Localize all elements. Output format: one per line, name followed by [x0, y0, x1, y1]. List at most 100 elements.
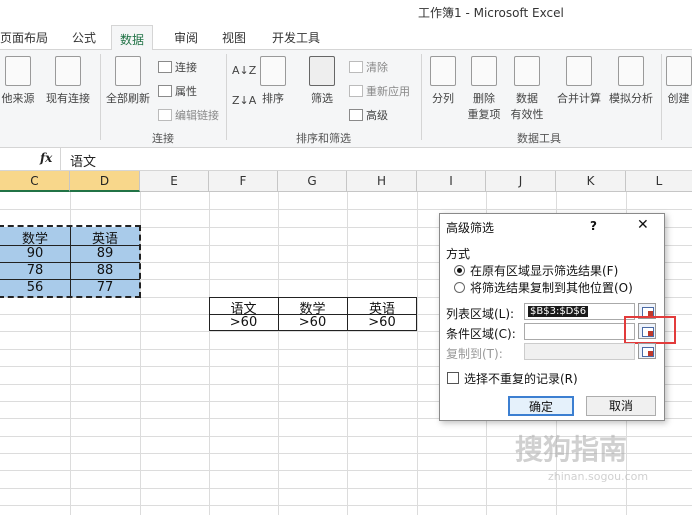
column-header-j[interactable]: J [486, 171, 556, 192]
existing-label: 现有连接 [46, 92, 90, 105]
cell-g8[interactable]: >60 [278, 315, 347, 330]
cell-d3[interactable]: 英语 [70, 228, 140, 247]
consolidate-button[interactable]: 合并计算 [554, 56, 604, 106]
ok-button[interactable]: 确定 [508, 396, 574, 416]
cell-d5[interactable]: 88 [70, 263, 140, 278]
database-icon [5, 56, 31, 86]
column-header-e[interactable]: E [140, 171, 209, 192]
cell-c3[interactable]: 数学 [0, 228, 70, 247]
formula-bar: fx 语文 [0, 148, 692, 171]
ribbon-data: 他来源 现有连接 全部刷新 连接 属性 编辑链接 连接 A↓Z Z↓A 排序 筛… [0, 50, 692, 148]
reapply-button[interactable]: 重新应用 [349, 83, 410, 99]
refresh-all-label: 全部刷新 [106, 92, 150, 105]
column-header-c[interactable]: C [0, 171, 70, 192]
unique-records-checkbox[interactable] [447, 372, 459, 384]
remove-duplicates-button[interactable]: 删除 重复项 [464, 56, 504, 122]
tab-view[interactable]: 视图 [222, 29, 246, 46]
formula-input[interactable]: 语文 [70, 151, 96, 170]
what-if-analysis-button[interactable]: 模拟分析 [606, 56, 656, 106]
column-header-f[interactable]: F [209, 171, 278, 192]
column-header-k[interactable]: K [556, 171, 626, 192]
excel-window: 工作簿1 - Microsoft Excel 页面布局 公式 数据 审阅 视图 … [0, 0, 692, 515]
filter-button[interactable]: 筛选 [300, 56, 344, 106]
copy-to-input[interactable] [524, 343, 635, 360]
ribbon-separator [421, 54, 422, 140]
cell-d4[interactable]: 89 [70, 246, 140, 261]
advanced-filter-dialog: 高级筛选 ? ✕ 方式 在原有区域显示筛选结果(F) 将筛选结果复制到其他位置(… [439, 213, 676, 421]
remove-dup-label-1: 删除 [473, 92, 495, 105]
data-validation-button[interactable]: 数据 有效性 [507, 56, 547, 122]
copy-to-label: 复制到(T): [446, 347, 503, 361]
cell-h8[interactable]: >60 [347, 315, 417, 330]
clear-label: 清除 [366, 61, 388, 74]
connections-button[interactable]: 连接 [158, 59, 197, 75]
cell-c5[interactable]: 78 [0, 263, 70, 278]
list-range-label: 列表区域(L): [446, 307, 515, 321]
cancel-button[interactable]: 取消 [586, 396, 656, 416]
help-button[interactable]: ? [590, 219, 597, 233]
watermark-url: zhinan.sogou.com [548, 470, 649, 483]
column-headers: C D E F G H I J K L [0, 171, 692, 192]
create-group-button[interactable]: 创建 [665, 56, 692, 106]
what-if-label: 模拟分析 [609, 92, 653, 105]
text-to-columns-icon [430, 56, 456, 86]
refresh-all-button[interactable]: 全部刷新 [103, 56, 153, 106]
properties-icon [158, 85, 172, 97]
column-header-l[interactable]: L [626, 171, 692, 192]
reapply-label: 重新应用 [366, 85, 410, 98]
text-to-columns-button[interactable]: 分列 [425, 56, 461, 106]
tab-page-layout[interactable]: 页面布局 [0, 29, 48, 46]
gridline [0, 488, 692, 489]
cell-c6[interactable]: 56 [0, 280, 70, 295]
advanced-filter-button[interactable]: 高级 [349, 107, 388, 123]
text-to-columns-label: 分列 [432, 92, 454, 105]
sort-desc-button[interactable]: Z↓A [232, 94, 256, 107]
validation-label-1: 数据 [516, 92, 538, 105]
sort-label: 排序 [262, 92, 284, 105]
cell-f8[interactable]: >60 [209, 315, 278, 330]
tab-data[interactable]: 数据 [111, 25, 154, 51]
reapply-icon [349, 85, 363, 97]
validation-label-2: 有效性 [510, 108, 544, 121]
sort-button[interactable]: 排序 [258, 56, 288, 106]
tab-developer[interactable]: 开发工具 [272, 29, 320, 46]
consolidate-label: 合并计算 [557, 92, 601, 105]
column-header-h[interactable]: H [347, 171, 417, 192]
gridline [417, 192, 418, 515]
copy-to-collapse-button[interactable] [638, 343, 656, 359]
cell-d6[interactable]: 77 [70, 280, 140, 295]
clear-button[interactable]: 清除 [349, 59, 388, 75]
column-header-d[interactable]: D [70, 171, 140, 192]
sort-asc-button[interactable]: A↓Z [232, 64, 256, 77]
option-copy-to-label: 将筛选结果复制到其他位置(O) [470, 281, 633, 295]
cell-c4[interactable]: 90 [0, 246, 70, 261]
criteria-range-input[interactable] [524, 323, 635, 340]
watermark-text: 搜狗指南 [515, 433, 628, 466]
edit-links-button[interactable]: 编辑链接 [158, 107, 219, 123]
existing-connections-button[interactable]: 现有连接 [41, 56, 95, 106]
properties-button[interactable]: 属性 [158, 83, 197, 99]
fx-icon[interactable]: fx [40, 151, 52, 165]
link-icon [158, 109, 172, 121]
data-validation-icon [514, 56, 540, 86]
radio-in-place[interactable] [454, 265, 465, 276]
gridline [0, 209, 692, 210]
radio-copy-to[interactable] [454, 282, 465, 293]
remove-dup-label-2: 重复项 [467, 108, 501, 121]
option-in-place-label: 在原有区域显示筛选结果(F) [470, 264, 619, 278]
what-if-icon [618, 56, 644, 86]
edit-links-label: 编辑链接 [175, 109, 219, 122]
group-icon [665, 56, 692, 86]
tab-formulas[interactable]: 公式 [72, 29, 96, 46]
window-title: 工作簿1 - Microsoft Excel [418, 6, 564, 20]
close-icon[interactable]: ✕ [637, 217, 649, 233]
filter-label: 筛选 [311, 92, 333, 105]
unique-records-label: 选择不重复的记录(R) [464, 372, 578, 386]
from-other-sources-button[interactable]: 他来源 [0, 56, 36, 106]
ribbon-separator [661, 54, 662, 140]
tab-review[interactable]: 审阅 [174, 29, 198, 46]
column-header-g[interactable]: G [278, 171, 347, 192]
ribbon-tabs: 页面布局 公式 数据 审阅 视图 开发工具 [0, 22, 692, 51]
column-header-i[interactable]: I [417, 171, 486, 192]
list-range-input[interactable]: $B$3:$D$6 [524, 303, 635, 320]
